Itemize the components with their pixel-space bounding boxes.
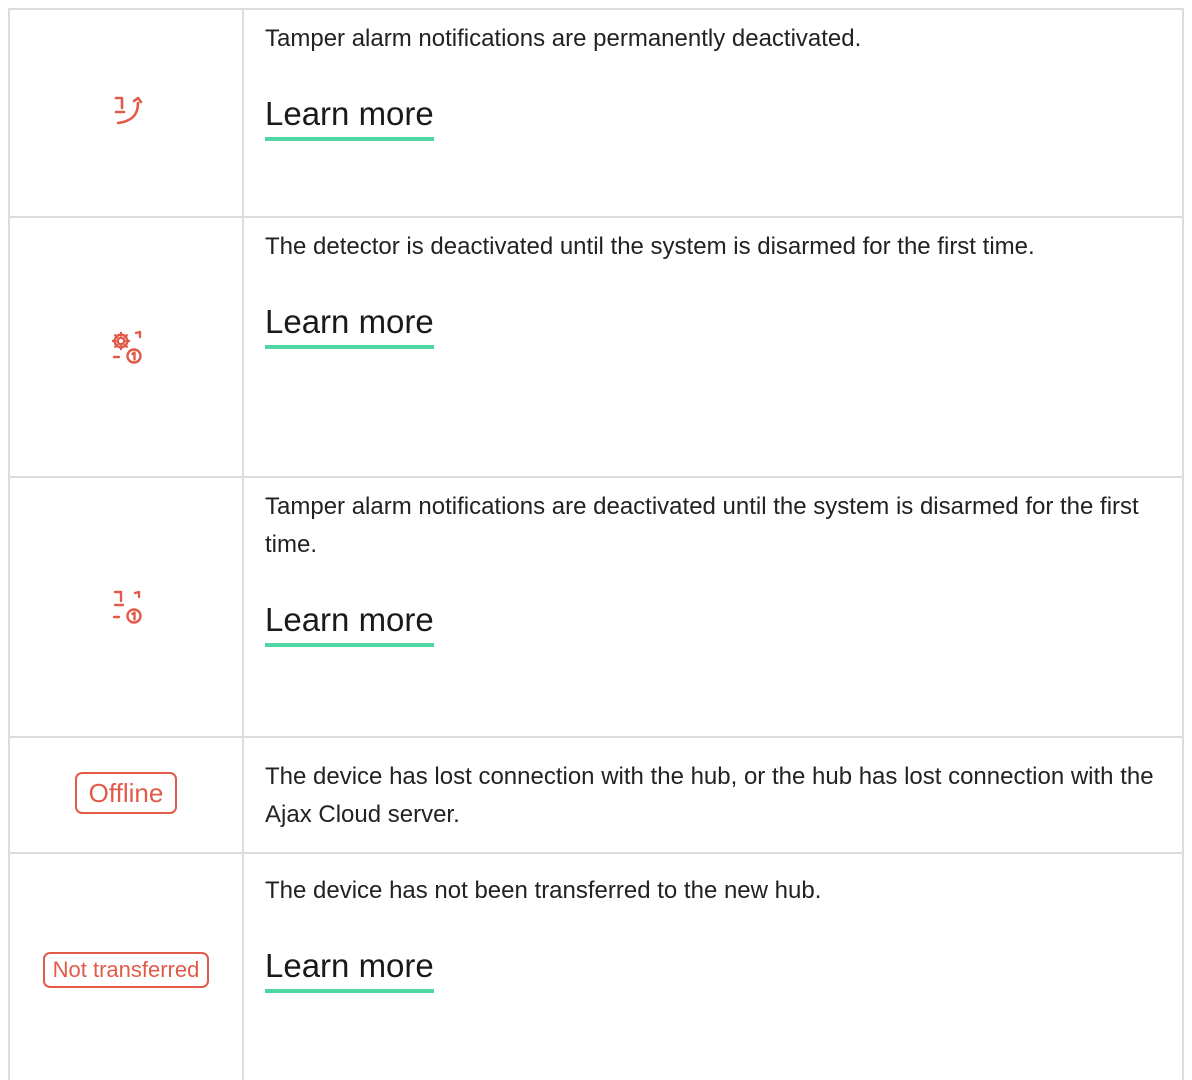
row-description: Tamper alarm notifications are deactivat… [265, 493, 1139, 558]
learn-more-link[interactable]: Learn more [265, 601, 434, 647]
gear-deactivated-until-disarm-icon [106, 327, 146, 367]
icon-cell [10, 218, 244, 476]
table-row: Tamper alarm notifications are deactivat… [10, 478, 1182, 738]
description-cell: The detector is deactivated until the sy… [244, 218, 1182, 476]
row-description: The detector is deactivated until the sy… [265, 233, 1035, 260]
offline-badge: Offline [74, 772, 178, 814]
description-cell: Tamper alarm notifications are permanent… [244, 10, 1182, 216]
table-row: The detector is deactivated until the sy… [10, 218, 1182, 478]
table-row: Tamper alarm notifications are permanent… [10, 10, 1182, 218]
description-cell: Tamper alarm notifications are deactivat… [244, 478, 1182, 736]
learn-more-link[interactable]: Learn more [265, 947, 434, 993]
icon-cell [10, 478, 244, 736]
icon-cell [10, 10, 244, 216]
learn-more-link[interactable]: Learn more [265, 95, 434, 141]
tamper-deactivated-until-disarm-icon [106, 587, 146, 627]
description-cell: The device has not been transferred to t… [244, 854, 1182, 1080]
icon-cell: Not transferred [10, 854, 244, 1080]
tamper-deactivated-icon [106, 93, 146, 133]
row-description: Tamper alarm notifications are permanent… [265, 25, 862, 52]
not-transferred-badge: Not transferred [42, 952, 210, 988]
table-row: Not transferred The device has not been … [10, 854, 1182, 1080]
row-description: The device has lost connection with the … [265, 763, 1154, 828]
status-table: Tamper alarm notifications are permanent… [8, 8, 1184, 1080]
learn-more-link[interactable]: Learn more [265, 303, 434, 349]
table-row: Offline The device has lost connection w… [10, 738, 1182, 854]
row-description: The device has not been transferred to t… [265, 877, 822, 904]
description-cell: The device has lost connection with the … [244, 738, 1182, 852]
icon-cell: Offline [10, 738, 244, 852]
